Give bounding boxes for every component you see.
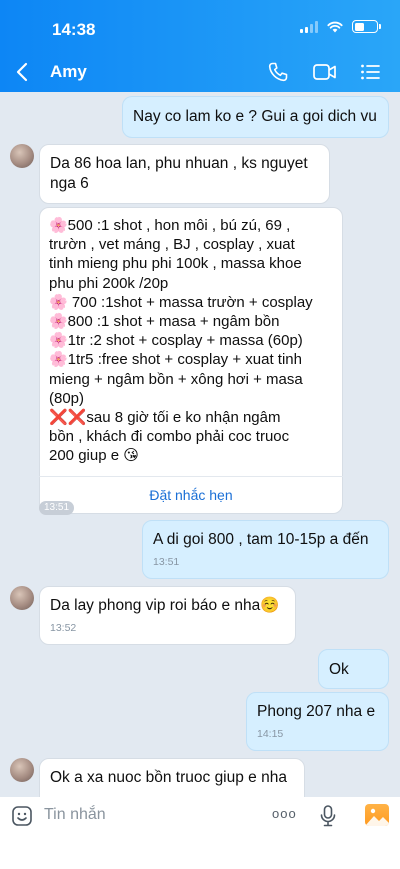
message-text: Ok — [329, 661, 349, 678]
message-line: (80p) — [49, 389, 85, 407]
timestamp-badge: 13:51 — [39, 501, 75, 515]
phone-icon — [268, 62, 288, 82]
phone-call-button[interactable] — [266, 60, 290, 84]
signal-icon — [300, 20, 318, 33]
back-button[interactable] — [16, 60, 36, 84]
contact-avatar[interactable] — [10, 144, 34, 168]
contact-avatar[interactable] — [10, 586, 34, 610]
message-time: 13:52 — [50, 622, 77, 634]
message-text: Da lay phong vip roi báo e nha☺️ — [50, 597, 280, 614]
message-line: tinh mieng phu phi 100k , massa khoe — [49, 255, 302, 273]
chat-header: 14:38 Amy — [0, 0, 400, 92]
message-line: 🌸800 :1 shot + masa + ngâm bồn — [49, 313, 280, 331]
image-icon — [365, 808, 389, 826]
status-icons — [300, 20, 381, 33]
message-input[interactable]: Tin nhắn — [44, 805, 106, 825]
message-line: 🌸1tr :2 shot + cosplay + massa (60p) — [49, 332, 303, 350]
message-line: mieng + ngâm bồn + xông hơi + masa — [49, 370, 303, 388]
battery-icon — [352, 20, 381, 33]
contact-avatar[interactable] — [10, 758, 34, 782]
wifi-icon — [327, 21, 343, 32]
message-text: A di goi 800 , tam 10-15p a đến — [153, 531, 369, 548]
message-bubble-outgoing[interactable]: A di goi 800 , tam 10-15p a đến 13:51 — [142, 520, 389, 579]
message-line: bồn , khách đi combo phải coc truoc — [49, 428, 290, 446]
message-line: Da 86 hoa lan, phu nhuan , ks nguyet — [50, 155, 308, 172]
microphone-icon — [320, 805, 336, 827]
message-line: ❌❌sau 8 giờ tối e ko nhận ngâm — [49, 409, 281, 427]
message-time: 13:51 — [153, 556, 180, 568]
message-bubble-incoming[interactable]: 🌸500 :1 shot , hon môi , bú zú, 69 , trư… — [39, 207, 343, 514]
header-actions — [266, 60, 382, 84]
message-bubble-outgoing[interactable]: Ok — [318, 649, 389, 689]
video-call-button[interactable] — [312, 60, 336, 84]
message-text: Nay co lam ko e ? Gui a goi dich vu — [133, 108, 377, 125]
message-line: 🌸 700 :1shot + massa trườn + cosplay — [49, 293, 313, 311]
message-text: Phong 207 nha e — [257, 703, 376, 720]
voice-button[interactable] — [319, 804, 337, 828]
back-icon — [16, 62, 28, 82]
message-composer: Tin nhắn ooo — [0, 797, 400, 869]
message-list[interactable]: Nay co lam ko e ? Gui a goi dich vu Da 8… — [0, 92, 400, 797]
message-line: trườn , vet máng , BJ , cosplay , xuat — [49, 236, 295, 254]
menu-button[interactable] — [358, 60, 382, 84]
message-bubble-incoming[interactable]: Ok a xa nuoc bồn truoc giup e nha — [39, 758, 305, 797]
message-bubble-incoming[interactable]: Da lay phong vip roi báo e nha☺️ 13:52 — [39, 586, 296, 645]
message-line: 🌸1tr5 :free shot + cosplay + xuat tinh — [49, 351, 302, 369]
message-bubble-incoming[interactable]: Da 86 hoa lan, phu nhuan , ks nguyet nga… — [39, 144, 330, 204]
message-text: Ok a xa nuoc bồn truoc giup e nha — [50, 769, 287, 786]
image-picker-button[interactable] — [365, 804, 389, 826]
status-time: 14:38 — [52, 20, 96, 39]
message-time: 14:15 — [257, 728, 284, 740]
set-reminder-button[interactable]: Đặt nhắc hẹn — [39, 475, 343, 503]
emoji-button[interactable] — [11, 805, 33, 827]
contact-name[interactable]: Amy — [50, 62, 87, 82]
message-line: 200 giup e 😘 — [49, 447, 139, 465]
message-bubble-outgoing[interactable]: Phong 207 nha e 14:15 — [246, 692, 389, 751]
more-icon[interactable]: ooo — [272, 806, 297, 821]
video-call-icon — [313, 64, 336, 80]
message-line: phu phi 200k /20p — [49, 274, 169, 292]
list-menu-icon — [361, 64, 380, 80]
message-line: nga 6 — [50, 175, 89, 192]
emoji-icon — [12, 806, 32, 826]
message-bubble-outgoing[interactable]: Nay co lam ko e ? Gui a goi dich vu — [122, 96, 389, 138]
message-line: 🌸500 :1 shot , hon môi , bú zú, 69 , — [49, 217, 291, 234]
